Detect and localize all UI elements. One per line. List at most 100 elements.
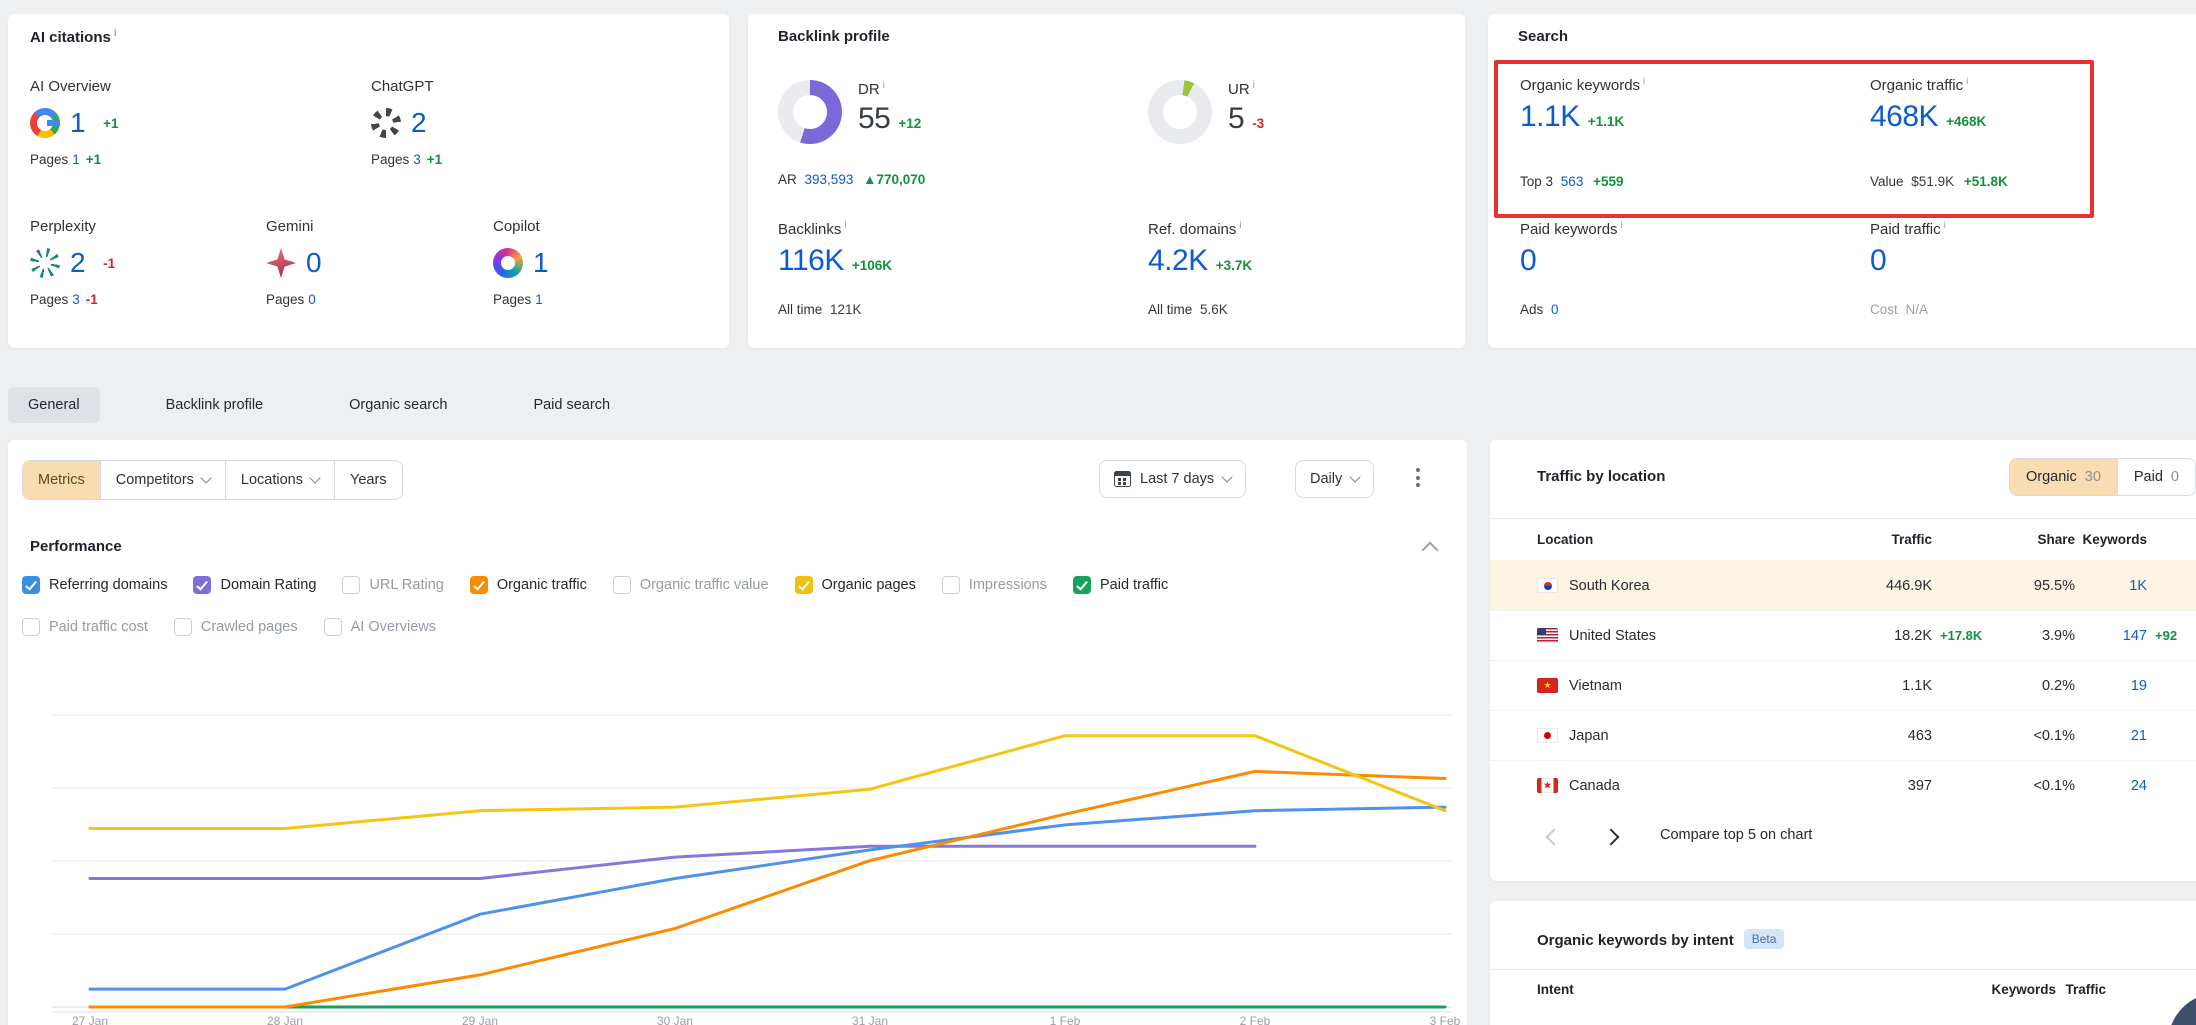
organic-keywords-delta: +1.1K: [1588, 114, 1624, 129]
info-icon[interactable]: i: [1966, 76, 1968, 87]
location-keywords-link[interactable]: 147: [2075, 628, 2147, 644]
metric-checkbox-paid-traffic[interactable]: Paid traffic: [1073, 576, 1168, 594]
info-icon[interactable]: i: [1643, 76, 1645, 87]
location-row-japan[interactable]: Japan463<0.1%21: [1490, 710, 2196, 760]
location-keywords-link[interactable]: 1K: [2075, 578, 2147, 594]
metric-checkbox-referring-domains[interactable]: Referring domains: [22, 576, 167, 594]
paid-traffic-label: Paid traffici: [1870, 220, 1946, 238]
dashboard: AI citationsi AI Overview1+1Pages1+1Chat…: [0, 0, 2196, 1025]
backlink-profile-title: Backlink profile: [778, 28, 890, 45]
location-row-canada[interactable]: Canada397<0.1%24: [1490, 760, 2196, 810]
metric-checkbox-impressions[interactable]: Impressions: [942, 576, 1047, 594]
dr-label: DRi: [858, 80, 885, 98]
top3-row: Top 3 563 +559: [1520, 174, 1624, 189]
citation-count-link[interactable]: 2: [411, 107, 426, 139]
ai-citations-title: AI citationsi: [30, 28, 117, 46]
checkbox-icon: [193, 576, 211, 594]
granularity-button[interactable]: Daily: [1295, 460, 1374, 498]
backlinks-delta: +106K: [852, 258, 892, 273]
ar-value-link[interactable]: 393,593: [805, 172, 854, 187]
chatgpt-icon: [371, 108, 401, 138]
collapse-section-button[interactable]: [1422, 542, 1439, 559]
metric-checkbox-ai-overviews[interactable]: AI Overviews: [324, 618, 436, 636]
metric-checkbox-crawled-pages[interactable]: Crawled pages: [174, 618, 298, 636]
citation-count-link[interactable]: 2: [70, 247, 85, 279]
performance-card: MetricsCompetitorsLocationsYears Last 7 …: [8, 440, 1467, 1025]
citation-delta: -1: [103, 256, 115, 271]
location-keywords-link[interactable]: 24: [2075, 778, 2147, 794]
filter-years-button[interactable]: Years: [335, 461, 402, 499]
next-page-button[interactable]: [1603, 829, 1620, 846]
tab-general[interactable]: General: [8, 387, 100, 423]
location-name: United States: [1569, 628, 1656, 644]
location-keywords-link[interactable]: 21: [2075, 728, 2147, 744]
toggle-organic[interactable]: Organic 30: [2010, 459, 2117, 495]
prev-page-button[interactable]: [1546, 829, 1563, 846]
citation-count-link[interactable]: 0: [306, 247, 321, 279]
filter-segmented-control: MetricsCompetitorsLocationsYears: [22, 460, 403, 500]
intent-table-header: Intent Keywords Traffic: [1490, 969, 2196, 1009]
info-icon[interactable]: i: [1944, 220, 1946, 231]
chevron-down-icon: [1350, 471, 1361, 482]
metric-checkbox-organic-traffic-value[interactable]: Organic traffic value: [613, 576, 769, 594]
copilot-icon: [493, 248, 523, 278]
checkbox-label: Crawled pages: [201, 619, 298, 635]
traffic-value-row: Value $51.9K +51.8K: [1870, 174, 2008, 189]
location-traffic: 1.1K: [1735, 678, 1933, 694]
kr-flag-icon: [1537, 578, 1558, 593]
ref-domains-value-link[interactable]: 4.2K: [1148, 244, 1208, 278]
backlinks-label: Backlinksi: [778, 220, 847, 238]
dr-value: 55: [858, 102, 890, 136]
checkbox-label: Organic traffic value: [640, 577, 769, 593]
location-share: 0.2%: [1990, 678, 2075, 694]
toggle-paid[interactable]: Paid 0: [2117, 459, 2195, 495]
top3-value-link[interactable]: 563: [1561, 174, 1584, 189]
backlinks-value-link[interactable]: 116K: [778, 244, 844, 278]
location-row-vietnam[interactable]: Vietnam1.1K0.2%19: [1490, 660, 2196, 710]
info-icon[interactable]: i: [1253, 80, 1255, 91]
ref-domains-label: Ref. domainsi: [1148, 220, 1242, 238]
citation-count-link[interactable]: 1: [70, 107, 85, 139]
filter-locations-button[interactable]: Locations: [226, 461, 335, 499]
info-icon[interactable]: i: [1621, 220, 1623, 231]
info-icon[interactable]: i: [844, 220, 846, 231]
tab-paid-search[interactable]: Paid search: [513, 387, 630, 423]
tab-organic-search[interactable]: Organic search: [329, 387, 467, 423]
backlinks-value-row: 116K +106K: [778, 244, 892, 278]
citation-pages-link[interactable]: 3: [413, 152, 421, 167]
metric-checkbox-paid-traffic-cost[interactable]: Paid traffic cost: [22, 618, 148, 636]
metric-checkbox-url-rating[interactable]: URL Rating: [342, 576, 443, 594]
metric-checkbox-domain-rating[interactable]: Domain Rating: [193, 576, 316, 594]
citation-count-link[interactable]: 1: [533, 247, 548, 279]
more-options-button[interactable]: [1416, 468, 1420, 487]
info-icon[interactable]: i: [883, 80, 885, 91]
tab-backlink-profile[interactable]: Backlink profile: [146, 387, 284, 423]
paid-traffic-value-link[interactable]: 0: [1870, 244, 1886, 278]
filter-metrics-button[interactable]: Metrics: [23, 461, 101, 499]
location-row-united-states[interactable]: United States18.2K+17.8K3.9%147+92: [1490, 610, 2196, 660]
date-range-button[interactable]: Last 7 days: [1099, 460, 1246, 498]
checkbox-icon: [470, 576, 488, 594]
citation-pages-link[interactable]: 3: [72, 292, 80, 307]
x-axis-label: 3 Feb: [1413, 1014, 1477, 1025]
organic-traffic-delta: +468K: [1946, 114, 1986, 129]
info-icon[interactable]: i: [114, 28, 117, 39]
organic-traffic-value-link[interactable]: 468K: [1870, 100, 1938, 134]
search-card: Search Organic keywordsi 1.1K +1.1K Top …: [1488, 14, 2196, 348]
citation-pages-link[interactable]: 0: [308, 292, 316, 307]
metric-checkbox-organic-pages[interactable]: Organic pages: [795, 576, 916, 594]
organic-keywords-value-link[interactable]: 1.1K: [1520, 100, 1580, 134]
info-icon[interactable]: i: [1239, 220, 1241, 231]
citation-pages-link[interactable]: 1: [535, 292, 543, 307]
compare-top5-label[interactable]: Compare top 5 on chart: [1660, 827, 1812, 843]
filter-competitors-button[interactable]: Competitors: [101, 461, 226, 499]
location-row-south-korea[interactable]: South Korea446.9K95.5%1K: [1490, 560, 2196, 610]
location-keywords-link[interactable]: 19: [2075, 678, 2147, 694]
paid-keywords-value-link[interactable]: 0: [1520, 244, 1536, 278]
location-share: <0.1%: [1990, 778, 2075, 794]
performance-line-chart[interactable]: [52, 648, 1452, 1020]
metric-checkbox-organic-traffic[interactable]: Organic traffic: [470, 576, 587, 594]
citation-pages-link[interactable]: 1: [72, 152, 80, 167]
location-share: 3.9%: [1990, 628, 2075, 644]
location-table-body: South Korea446.9K95.5%1KUnited States18.…: [1490, 560, 2196, 810]
